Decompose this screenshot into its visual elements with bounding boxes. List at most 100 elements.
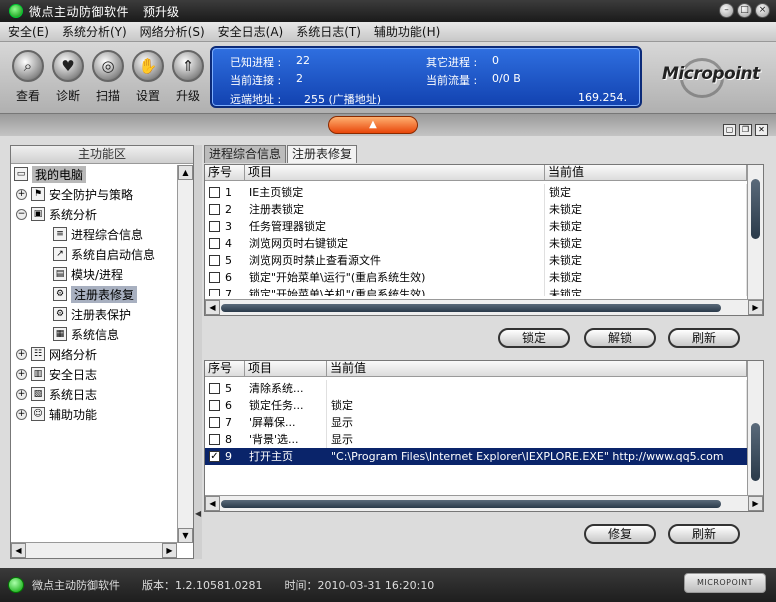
scroll-left-icon[interactable]: ◀ bbox=[205, 300, 220, 315]
row-checkbox[interactable] bbox=[209, 204, 220, 215]
panel-restore-icon[interactable]: ▢ bbox=[723, 124, 736, 136]
row-index: 2 bbox=[225, 203, 232, 216]
panel-splitter[interactable]: ◀ bbox=[194, 145, 202, 559]
menu-security-log[interactable]: 安全日志(A) bbox=[213, 23, 289, 40]
menu-system-log[interactable]: 系统日志(T) bbox=[291, 23, 366, 40]
tree-item-network[interactable]: + ☷ 网络分析 bbox=[16, 345, 97, 363]
col-header-item[interactable]: 项目 bbox=[245, 165, 545, 181]
refresh-top-button[interactable]: 刷新 bbox=[668, 328, 740, 348]
col-header-value[interactable]: 当前值 bbox=[327, 361, 747, 377]
tree-horizontal-scrollbar[interactable]: ◀ ▶ bbox=[11, 542, 177, 558]
expand-icon[interactable]: + bbox=[16, 408, 27, 420]
row-checkbox[interactable] bbox=[209, 417, 220, 428]
scroll-up-icon[interactable]: ▲ bbox=[178, 165, 193, 180]
scroll-right-icon[interactable]: ▶ bbox=[748, 496, 763, 511]
tree-item-system-log[interactable]: + ▧ 系统日志 bbox=[16, 385, 97, 403]
tab-registry-repair[interactable]: 注册表修复 bbox=[287, 145, 358, 163]
scan-button[interactable]: ◎ 扫描 bbox=[88, 50, 128, 104]
menu-assist[interactable]: 辅助功能(H) bbox=[369, 23, 445, 40]
tree-item-registry-repair[interactable]: ⚙ 注册表修复 bbox=[53, 285, 138, 303]
scroll-left-icon[interactable]: ◀ bbox=[11, 543, 26, 558]
table-row[interactable]: 6 锁定任务... 锁定 bbox=[205, 397, 747, 414]
top-table-horizontal-scrollbar[interactable]: ◀ ▶ bbox=[205, 299, 763, 315]
scroll-left-icon[interactable]: ◀ bbox=[205, 496, 220, 511]
remote-ip-value: 169.254. bbox=[578, 91, 627, 104]
panel-cascade-icon[interactable]: ❐ bbox=[739, 124, 752, 136]
scroll-right-icon[interactable]: ▶ bbox=[162, 543, 177, 558]
expand-icon[interactable]: + bbox=[16, 348, 27, 360]
repair-button[interactable]: 修复 bbox=[584, 524, 656, 544]
tree-label: 注册表修复 bbox=[71, 285, 138, 303]
scroll-down-icon[interactable]: ▼ bbox=[178, 528, 193, 543]
table-row[interactable]: 3 任务管理器锁定 未锁定 bbox=[205, 218, 747, 235]
diagnose-button[interactable]: ♥ 诊断 bbox=[48, 50, 88, 104]
maximize-icon[interactable]: □ bbox=[737, 3, 752, 18]
table-row[interactable]: 6 锁定"开始菜单\运行"(重启系统生效) 未锁定 bbox=[205, 269, 747, 286]
row-checkbox[interactable] bbox=[209, 238, 220, 249]
table-row[interactable]: 5 清除系统... bbox=[205, 380, 747, 397]
top-table-vertical-scrollbar[interactable] bbox=[747, 165, 763, 299]
scroll-thumb[interactable] bbox=[221, 304, 721, 312]
tab-process-info[interactable]: 进程综合信息 bbox=[204, 145, 287, 163]
minimize-icon[interactable]: – bbox=[719, 3, 734, 18]
tree-item-startup[interactable]: ↗ 系统自启动信息 bbox=[53, 245, 155, 263]
view-button[interactable]: ⌕ 查看 bbox=[8, 50, 48, 104]
menu-network-analysis[interactable]: 网络分析(S) bbox=[135, 23, 210, 40]
scroll-right-icon[interactable]: ▶ bbox=[748, 300, 763, 315]
tree-item-system-info[interactable]: ▦ 系统信息 bbox=[53, 325, 119, 343]
row-item: 注册表锁定 bbox=[245, 201, 545, 218]
expand-icon[interactable]: + bbox=[16, 188, 27, 200]
tree-item-system-analysis[interactable]: − ▣ 系统分析 bbox=[16, 205, 97, 223]
tree-item-process-info[interactable]: ≡ 进程综合信息 bbox=[53, 225, 143, 243]
table-row[interactable]: 7 '屏幕保... 显示 bbox=[205, 414, 747, 431]
row-index: 3 bbox=[225, 220, 232, 233]
expand-icon[interactable]: + bbox=[16, 388, 27, 400]
row-checkbox[interactable] bbox=[209, 400, 220, 411]
scroll-thumb[interactable] bbox=[751, 423, 760, 481]
table-row[interactable]: 1 IE主页锁定 锁定 bbox=[205, 184, 747, 201]
collapse-icon[interactable]: − bbox=[16, 208, 27, 220]
scroll-thumb[interactable] bbox=[751, 179, 760, 239]
tree-item-my-computer[interactable]: ▭ 我的电脑 bbox=[14, 165, 87, 183]
row-checkbox-checked[interactable]: ✓ bbox=[209, 451, 220, 462]
expand-icon[interactable]: + bbox=[16, 368, 27, 380]
table-row[interactable]: 7 锁定"开始菜单\关机"(重启系统生效) 未锁定 bbox=[205, 286, 747, 296]
lock-button[interactable]: 锁定 bbox=[498, 328, 570, 348]
col-header-item[interactable]: 项目 bbox=[245, 361, 327, 377]
table-row[interactable]: 2 注册表锁定 未锁定 bbox=[205, 201, 747, 218]
collapse-left-icon[interactable]: ◀ bbox=[195, 509, 201, 518]
menu-security[interactable]: 安全(E) bbox=[3, 23, 54, 40]
table-row[interactable]: 8 '背景'选... 显示 bbox=[205, 431, 747, 448]
bottom-table-vertical-scrollbar[interactable] bbox=[747, 361, 763, 495]
row-checkbox[interactable] bbox=[209, 383, 220, 394]
row-checkbox[interactable] bbox=[209, 221, 220, 232]
tree-item-security-log[interactable]: + ▥ 安全日志 bbox=[16, 365, 97, 383]
row-checkbox[interactable] bbox=[209, 434, 220, 445]
col-header-index[interactable]: 序号 bbox=[205, 165, 245, 181]
tree-item-assist[interactable]: + ☺ 辅助功能 bbox=[16, 405, 97, 423]
row-checkbox[interactable] bbox=[209, 187, 220, 198]
table-row[interactable]: 4 浏览网页时右键锁定 未锁定 bbox=[205, 235, 747, 252]
row-checkbox[interactable] bbox=[209, 255, 220, 266]
scroll-thumb[interactable] bbox=[221, 500, 721, 508]
upgrade-button[interactable]: ⇑ 升级 bbox=[168, 50, 208, 104]
table-row-selected[interactable]: ✓ 9 打开主页 "C:\Program Files\Internet Expl… bbox=[205, 448, 747, 465]
refresh-bottom-button[interactable]: 刷新 bbox=[668, 524, 740, 544]
close-icon[interactable]: × bbox=[755, 3, 770, 18]
col-header-index[interactable]: 序号 bbox=[205, 361, 245, 377]
row-checkbox[interactable] bbox=[209, 272, 220, 283]
tree-item-module[interactable]: ▤ 模块/进程 bbox=[53, 265, 123, 283]
unlock-button[interactable]: 解锁 bbox=[584, 328, 656, 348]
panel-close-icon[interactable]: ✕ bbox=[755, 124, 768, 136]
row-checkbox[interactable] bbox=[209, 289, 220, 296]
collapse-toolbar-button[interactable]: ▲ bbox=[328, 116, 418, 134]
tree-vertical-scrollbar[interactable]: ▲ ▼ bbox=[177, 165, 193, 543]
bottom-table-horizontal-scrollbar[interactable]: ◀ ▶ bbox=[205, 495, 763, 511]
menu-system-analysis[interactable]: 系统分析(Y) bbox=[57, 23, 132, 40]
tree-item-registry-protect[interactable]: ⚙ 注册表保护 bbox=[53, 305, 131, 323]
settings-button[interactable]: ✋ 设置 bbox=[128, 50, 168, 104]
col-header-value[interactable]: 当前值 bbox=[545, 165, 747, 181]
pre-upgrade-label[interactable]: 预升级 bbox=[143, 3, 179, 20]
tree-item-security-policy[interactable]: + ⚑ 安全防护与策略 bbox=[16, 185, 133, 203]
table-row[interactable]: 5 浏览网页时禁止查看源文件 未锁定 bbox=[205, 252, 747, 269]
